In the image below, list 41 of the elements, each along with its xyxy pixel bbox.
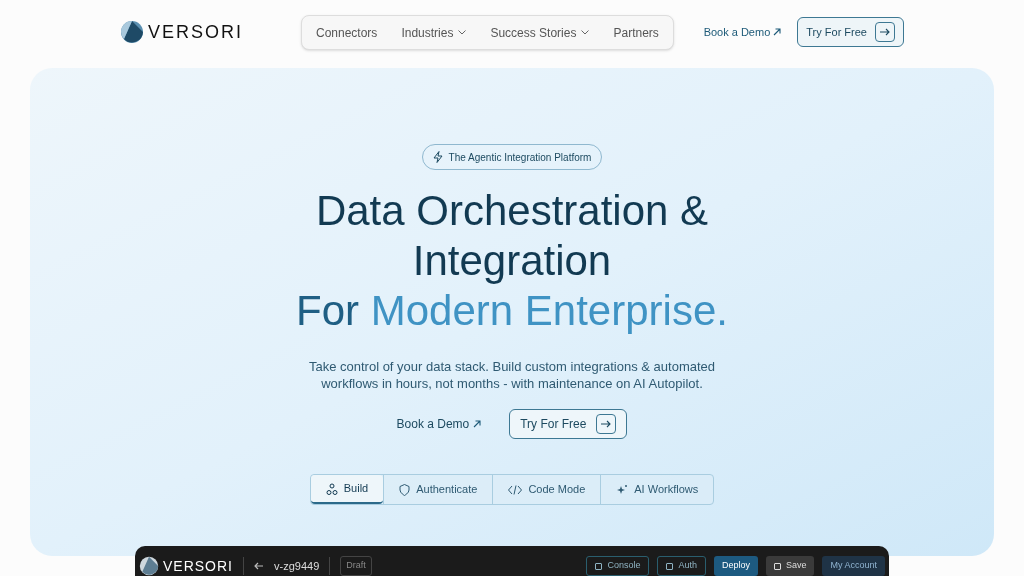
project-name: v-zg9449 [274, 558, 320, 574]
shield-icon [399, 483, 411, 496]
nav-link[interactable]: Success Stories [490, 23, 590, 42]
status-tag: Draft [340, 556, 372, 576]
toolbar-button[interactable]: Save [765, 556, 815, 576]
toolbar-button[interactable]: Deploy [713, 556, 758, 576]
logo-wordmark[interactable]: VERSORI [148, 18, 244, 46]
logo-icon [139, 556, 159, 576]
arrow-right-icon [875, 22, 895, 42]
toolbar-button[interactable]: Console [586, 556, 650, 576]
toolbar-button[interactable]: Auth [657, 556, 706, 576]
tab[interactable]: Build [310, 475, 384, 504]
small-icon [666, 562, 674, 570]
book-demo-link[interactable]: Book a Demo [703, 23, 782, 41]
nav-link[interactable]: Industries [401, 23, 467, 42]
tab[interactable]: Code Mode [492, 475, 601, 504]
back-arrow-icon[interactable] [254, 561, 264, 571]
book-demo-link[interactable]: Book a Demo [396, 415, 482, 433]
lightning-icon [432, 151, 443, 163]
try-free-button[interactable]: Try For Free [509, 409, 628, 439]
headline: Data Orchestration & Integration [314, 186, 710, 286]
toolbar-button[interactable]: My Account [822, 556, 885, 576]
nav-link[interactable]: Connectors [316, 23, 378, 42]
headline-accent: For Modern Enterprise. [296, 286, 728, 336]
logo-wordmark: VERSORI [163, 556, 233, 576]
try-free-button[interactable]: Try For Free [797, 17, 904, 47]
arrow-up-right-icon [473, 420, 482, 428]
nodes-icon [325, 482, 338, 495]
subtitle: Take control of your data stack. Build custom integrations & automated workflows in hours, not months - with maintenance on AI Autopilot. [307, 358, 717, 392]
sparkle-icon [616, 483, 629, 496]
tab[interactable]: AI Workflows [600, 475, 714, 504]
logo-icon [120, 20, 144, 44]
save-icon [773, 562, 781, 570]
tab[interactable]: Authenticate [383, 475, 493, 504]
nav-link[interactable]: Partners [613, 23, 659, 42]
code-icon [508, 484, 523, 495]
chevron-down-icon [458, 30, 467, 35]
small-icon [595, 562, 603, 570]
chevron-down-icon [581, 30, 590, 35]
arrow-up-right-icon [773, 28, 782, 36]
arrow-right-icon [596, 414, 617, 434]
